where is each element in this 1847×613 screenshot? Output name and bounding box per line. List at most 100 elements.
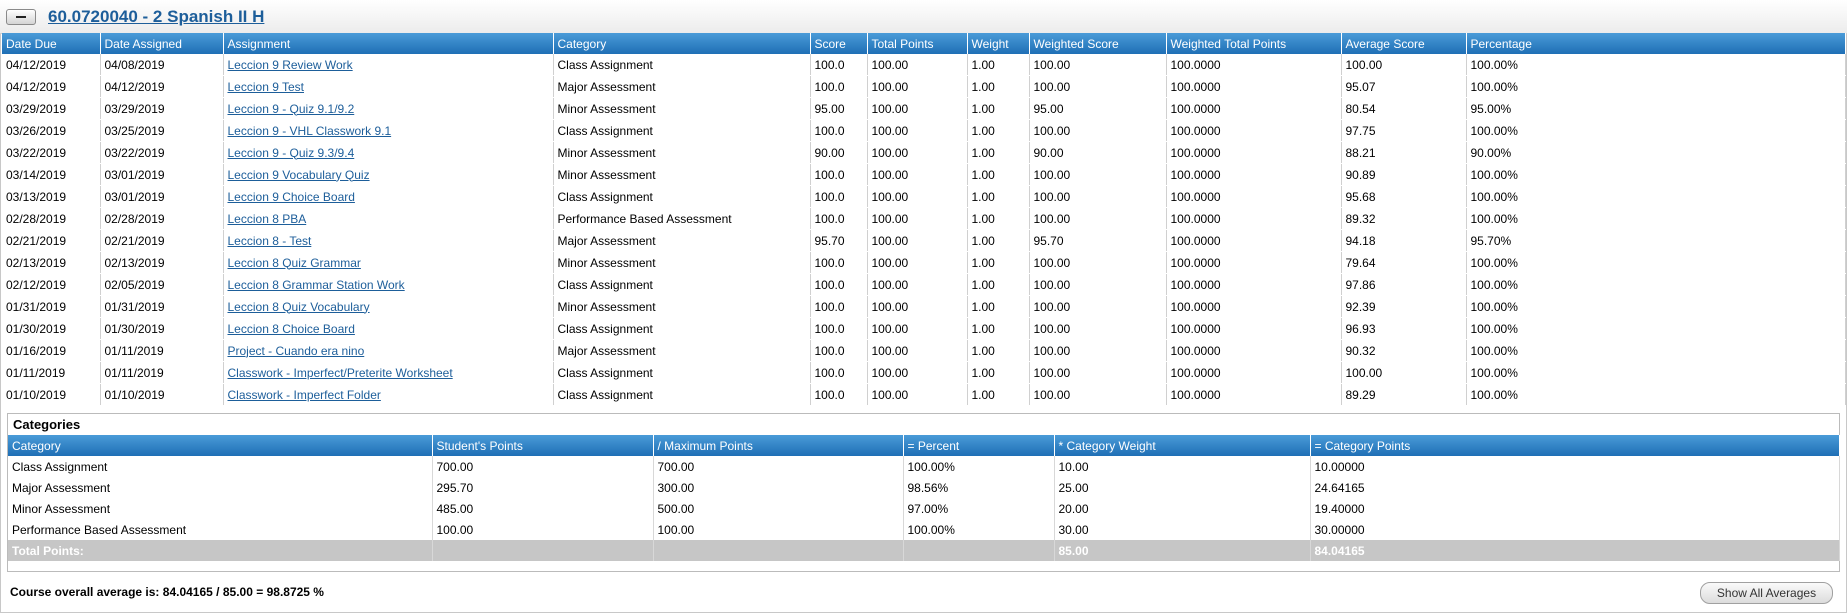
- cell-total-points: 100.00: [867, 383, 968, 406]
- assignment-link[interactable]: Leccion 9 - VHL Classwork 9.1: [228, 124, 392, 138]
- assignment-link[interactable]: Leccion 8 Quiz Vocabulary: [228, 300, 370, 314]
- assignment-link[interactable]: Project - Cuando era nino: [228, 344, 365, 358]
- cell-weighted-total-points: 100.0000: [1166, 383, 1342, 406]
- cell-date-due: 01/16/2019: [2, 339, 101, 362]
- category-cell: 10.00: [1054, 456, 1311, 477]
- cell-score: 100.0: [810, 54, 868, 76]
- categories-title: Categories: [13, 417, 81, 432]
- cell-weight: 1.00: [967, 361, 1030, 384]
- assignment-link[interactable]: Leccion 8 Grammar Station Work: [228, 278, 405, 292]
- assignment-cell: Leccion 9 - Quiz 9.3/9.4: [223, 141, 554, 164]
- cell-date-assigned: 04/12/2019: [100, 75, 224, 98]
- cell-weighted-score: 100.00: [1029, 295, 1167, 318]
- cell-category: Major Assessment: [553, 229, 811, 252]
- collapse-button[interactable]: [6, 9, 36, 25]
- category-row: Minor Assessment 485.00 500.00 97.00% 20.00 1…: [8, 498, 1840, 519]
- cell-weighted-score: 100.00: [1029, 163, 1167, 186]
- assignment-cell: Leccion 9 - VHL Classwork 9.1: [223, 119, 554, 142]
- cell-weight: 1.00: [967, 185, 1030, 208]
- course-title-link[interactable]: 60.0720040 - 2 Spanish II H: [48, 7, 264, 27]
- category-row: Major Assessment 295.70 300.00 98.56% 25.00 2…: [8, 477, 1840, 498]
- total-cell: [653, 540, 904, 561]
- category-column-header: / Maximum Points: [653, 435, 904, 456]
- cell-score: 100.0: [810, 383, 868, 406]
- cell-weight: 1.00: [967, 317, 1030, 340]
- cell-average-score: 100.00: [1341, 54, 1467, 76]
- table-row: 01/10/2019 01/10/2019 Classwork - Imperfec…: [2, 383, 1846, 406]
- cell-date-assigned: 03/29/2019: [100, 97, 224, 120]
- show-all-averages-button[interactable]: Show All Averages: [1700, 582, 1833, 604]
- assignment-link[interactable]: Leccion 9 Review Work: [228, 58, 353, 72]
- cell-score: 100.0: [810, 339, 868, 362]
- cell-percentage: 100.00%: [1466, 339, 1846, 362]
- table-row: 03/29/2019 03/29/2019 Leccion 9 - Quiz 9.1…: [2, 97, 1846, 120]
- cell-weight: 1.00: [967, 75, 1030, 98]
- cell-percentage: 100.00%: [1466, 163, 1846, 186]
- cell-date-due: 03/22/2019: [2, 141, 101, 164]
- assignment-cell: Leccion 8 Choice Board: [223, 317, 554, 340]
- category-cell: 97.00%: [903, 498, 1055, 519]
- cell-category: Major Assessment: [553, 339, 811, 362]
- cell-weighted-total-points: 100.0000: [1166, 163, 1342, 186]
- cell-category: Class Assignment: [553, 185, 811, 208]
- summary-label: Course overall average is:: [10, 585, 160, 599]
- table-row: 03/22/2019 03/22/2019 Leccion 9 - Quiz 9.3…: [2, 141, 1846, 164]
- cell-date-assigned: 04/08/2019: [100, 54, 224, 76]
- cell-date-assigned: 03/22/2019: [100, 141, 224, 164]
- cell-date-due: 03/26/2019: [2, 119, 101, 142]
- assignment-cell: Leccion 9 Review Work: [223, 54, 554, 76]
- category-cell: 300.00: [653, 477, 904, 498]
- cell-percentage: 100.00%: [1466, 185, 1846, 208]
- table-row: 03/26/2019 03/25/2019 Leccion 9 - VHL Clas…: [2, 119, 1846, 142]
- cell-date-due: 01/11/2019: [2, 361, 101, 384]
- cell-weighted-total-points: 100.0000: [1166, 185, 1342, 208]
- assignment-link[interactable]: Leccion 8 - Test: [228, 234, 312, 248]
- cell-category: Performance Based Assessment: [553, 207, 811, 230]
- cell-score: 100.0: [810, 317, 868, 340]
- category-cell: Major Assessment: [8, 477, 433, 498]
- cell-date-due: 02/13/2019: [2, 251, 101, 274]
- cell-weight: 1.00: [967, 339, 1030, 362]
- cell-total-points: 100.00: [867, 119, 968, 142]
- cell-percentage: 100.00%: [1466, 75, 1846, 98]
- cell-percentage: 100.00%: [1466, 317, 1846, 340]
- cell-weighted-score: 100.00: [1029, 273, 1167, 296]
- cell-score: 100.0: [810, 163, 868, 186]
- cell-category: Class Assignment: [553, 317, 811, 340]
- cell-weight: 1.00: [967, 207, 1030, 230]
- assignment-link[interactable]: Classwork - Imperfect/Preterite Workshee…: [228, 366, 453, 380]
- cell-weight: 1.00: [967, 54, 1030, 76]
- cell-weighted-score: 100.00: [1029, 317, 1167, 340]
- cell-total-points: 100.00: [867, 251, 968, 274]
- cell-date-due: 01/10/2019: [2, 383, 101, 406]
- category-cell: 100.00: [432, 519, 654, 540]
- assignment-link[interactable]: Leccion 9 Test: [228, 80, 305, 94]
- cell-percentage: 100.00%: [1466, 251, 1846, 274]
- assignment-link[interactable]: Classwork - Imperfect Folder: [228, 388, 381, 402]
- cell-weight: 1.00: [967, 229, 1030, 252]
- cell-score: 100.0: [810, 273, 868, 296]
- assignment-link[interactable]: Leccion 8 Quiz Grammar: [228, 256, 361, 270]
- assignment-link[interactable]: Leccion 9 Vocabulary Quiz: [228, 168, 370, 182]
- cell-total-points: 100.00: [867, 97, 968, 120]
- assignment-link[interactable]: Leccion 9 Choice Board: [228, 190, 355, 204]
- assignment-link[interactable]: Leccion 9 - Quiz 9.3/9.4: [228, 146, 355, 160]
- cell-weighted-total-points: 100.0000: [1166, 273, 1342, 296]
- category-cell: 295.70: [432, 477, 654, 498]
- categories-section: Categories Category Student's Points / Max…: [7, 413, 1840, 572]
- cell-score: 100.0: [810, 295, 868, 318]
- assignment-link[interactable]: Leccion 8 Choice Board: [228, 322, 355, 336]
- assignment-link[interactable]: Leccion 8 PBA: [228, 212, 307, 226]
- cell-average-score: 90.32: [1341, 339, 1467, 362]
- categories-header-row: Category Student's Points / Maximum Points…: [8, 435, 1840, 456]
- cell-weighted-total-points: 100.0000: [1166, 119, 1342, 142]
- category-cell: 485.00: [432, 498, 654, 519]
- table-row: 02/21/2019 02/21/2019 Leccion 8 - Test Majo…: [2, 229, 1846, 252]
- cell-total-points: 100.00: [867, 317, 968, 340]
- column-header-score: Score: [810, 33, 868, 54]
- cell-date-assigned: 02/05/2019: [100, 273, 224, 296]
- cell-date-assigned: 01/10/2019: [100, 383, 224, 406]
- cell-weighted-total-points: 100.0000: [1166, 97, 1342, 120]
- assignment-link[interactable]: Leccion 9 - Quiz 9.1/9.2: [228, 102, 355, 116]
- cell-weighted-total-points: 100.0000: [1166, 229, 1342, 252]
